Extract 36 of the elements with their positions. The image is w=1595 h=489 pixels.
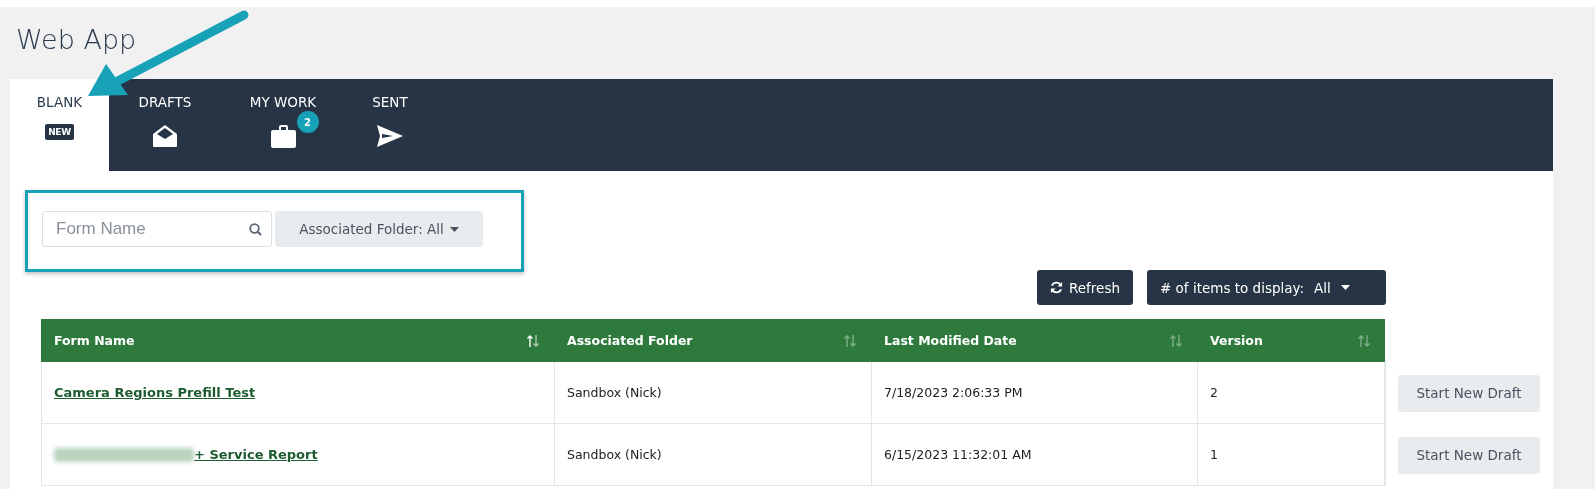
sort-icon[interactable] xyxy=(843,333,857,348)
search-icon xyxy=(249,223,262,236)
tab[interactable]: MY WORK 2 xyxy=(221,79,345,171)
folder-dropdown[interactable]: Associated Folder: All xyxy=(275,211,483,247)
column-header[interactable]: Last Modified Date xyxy=(871,319,1197,362)
column-header[interactable]: Form Name xyxy=(41,319,554,362)
search-field[interactable]: Form Name xyxy=(42,211,272,247)
table-cell: Sandbox (Nick) xyxy=(567,385,662,400)
tab[interactable]: BLANK NEW xyxy=(10,79,109,171)
table-cell: Sandbox (Nick) xyxy=(567,447,662,462)
new-icon: NEW xyxy=(45,124,74,140)
refresh-icon xyxy=(1050,281,1063,294)
sort-icon[interactable] xyxy=(1357,333,1371,348)
column-header[interactable]: Associated Folder xyxy=(554,319,871,362)
form-link[interactable]: Camera Regions Prefill Test xyxy=(54,385,256,400)
refresh-button[interactable]: Refresh xyxy=(1037,270,1133,305)
form-link[interactable]: + Service Report xyxy=(194,447,318,462)
page-title: Web App xyxy=(15,23,138,57)
items-per-page-dropdown[interactable]: # of items to display: All xyxy=(1147,270,1386,305)
briefcase-icon xyxy=(269,124,297,149)
start-draft-button[interactable]: Start New Draft xyxy=(1398,436,1540,474)
caret-icon xyxy=(449,226,459,232)
tab[interactable]: SENT xyxy=(345,79,435,171)
envelope-icon xyxy=(151,124,179,148)
send-icon xyxy=(376,124,404,148)
tab[interactable]: DRAFTS xyxy=(109,79,221,171)
count-badge: 2 xyxy=(296,111,319,133)
sort-icon[interactable] xyxy=(1169,333,1183,348)
column-header[interactable]: Version xyxy=(1197,319,1385,362)
start-draft-button[interactable]: Start New Draft xyxy=(1398,374,1540,412)
table-cell: 2 xyxy=(1210,385,1218,400)
table-cell: 1 xyxy=(1210,447,1218,462)
table-cell: 7/18/2023 2:06:33 PM xyxy=(884,385,1023,400)
caret-icon xyxy=(1340,285,1350,290)
table-cell: 6/15/2023 11:32:01 AM xyxy=(884,447,1032,462)
sort-icon[interactable] xyxy=(526,333,540,348)
